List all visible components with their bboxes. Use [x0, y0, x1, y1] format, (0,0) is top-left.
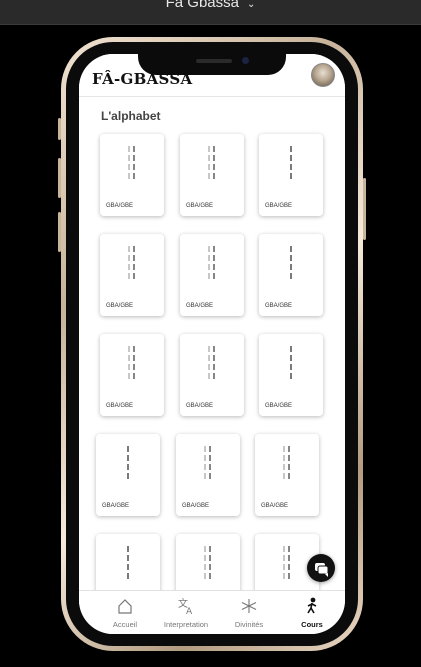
translate-icon: 文A: [178, 597, 193, 615]
nav-label: Divinités: [234, 620, 264, 629]
card-label: GBA/GBE: [106, 303, 134, 309]
card-label: GBA/GBE: [265, 403, 293, 409]
window-title: Fâ Gbassa: [165, 0, 239, 11]
chat-button[interactable]: [307, 554, 335, 582]
card-label: GBA/GBE: [102, 503, 130, 509]
card-label: GBA/GBE: [106, 403, 134, 409]
card-label: GBA/GBE: [186, 303, 214, 309]
alphabet-card[interactable]: GBA/GBE: [180, 234, 244, 316]
window-title-bar: Fâ Gbassa ⌄: [0, 0, 421, 25]
alphabet-card[interactable]: GBA/GBE: [180, 334, 244, 416]
alphabet-card[interactable]: GBA/GBE: [100, 234, 164, 316]
chevron-down-icon[interactable]: ⌄: [247, 0, 255, 10]
section-title: L'alphabet: [101, 109, 161, 123]
nav-label: Interpretation: [163, 620, 209, 629]
nav-item-interpretation[interactable]: 文 A Interpretation: [153, 591, 219, 634]
chat-icon: [315, 563, 329, 577]
fa-sign-glyph: [127, 446, 129, 479]
card-label: GBA/GBE: [261, 503, 289, 509]
fa-sign-glyph: [127, 546, 129, 579]
app-screen: FÂ-GBASSA L'alphabet GBA/GBE GBA/GBE GBA/G…: [79, 54, 345, 634]
card-label: GBA/GBE: [265, 203, 293, 209]
alphabet-card[interactable]: GBA/GBE: [96, 434, 160, 516]
alphabet-card[interactable]: GBA/GBE: [100, 134, 164, 216]
card-label: GBA/GBE: [186, 403, 214, 409]
alphabet-card[interactable]: GBA/GBE: [100, 334, 164, 416]
bottom-nav: Accueil 文 A Interpretation Divinités Cours: [79, 590, 345, 634]
nav-label: Cours: [301, 620, 323, 629]
card-label: GBA/GBE: [106, 203, 134, 209]
nav-item-divinités[interactable]: Divinités: [216, 591, 282, 634]
phone-camera: [242, 57, 249, 64]
alphabet-card[interactable]: GBA/GBE: [255, 434, 319, 516]
svg-text:A: A: [186, 607, 193, 615]
volume-up-button: [58, 158, 61, 198]
volume-down-button: [58, 212, 61, 252]
silent-switch: [58, 118, 61, 140]
fa-sign-glyph: [204, 546, 211, 579]
fa-sign-glyph: [290, 346, 292, 379]
fa-sign-glyph: [128, 146, 135, 179]
fa-sign-glyph: [128, 246, 135, 279]
alphabet-card[interactable]: GBA/GBE: [259, 334, 323, 416]
home-icon: [118, 599, 132, 614]
phone-speaker: [196, 59, 232, 63]
avatar[interactable]: [311, 63, 335, 87]
alphabet-card[interactable]: GBA/GBE: [259, 234, 323, 316]
fa-sign-glyph: [204, 446, 211, 479]
fa-sign-glyph: [128, 346, 135, 379]
nav-label: Accueil: [112, 620, 138, 629]
alphabet-card[interactable]: GBA/GBE: [180, 134, 244, 216]
fa-sign-glyph: [208, 146, 215, 179]
alphabet-card[interactable]: GBA/GBE: [259, 134, 323, 216]
card-label: GBA/GBE: [265, 303, 293, 309]
walking-person-icon: [307, 597, 317, 614]
nav-item-cours[interactable]: Cours: [279, 591, 345, 634]
alphabet-grid: GBA/GBE GBA/GBE GBA/GBE GBA/GBE GBA/GBE GBA/G…: [79, 134, 345, 616]
fa-sign-glyph: [283, 446, 290, 479]
fa-sign-glyph: [208, 246, 215, 279]
card-label: GBA/GBE: [186, 203, 214, 209]
fa-sign-glyph: [290, 146, 292, 179]
nav-item-accueil[interactable]: Accueil: [92, 591, 158, 634]
fa-sign-glyph: [208, 346, 215, 379]
power-button: [363, 178, 366, 240]
snowflake-icon: [241, 599, 257, 613]
alphabet-card[interactable]: GBA/GBE: [176, 434, 240, 516]
card-label: GBA/GBE: [182, 503, 210, 509]
fa-sign-glyph: [290, 246, 292, 279]
